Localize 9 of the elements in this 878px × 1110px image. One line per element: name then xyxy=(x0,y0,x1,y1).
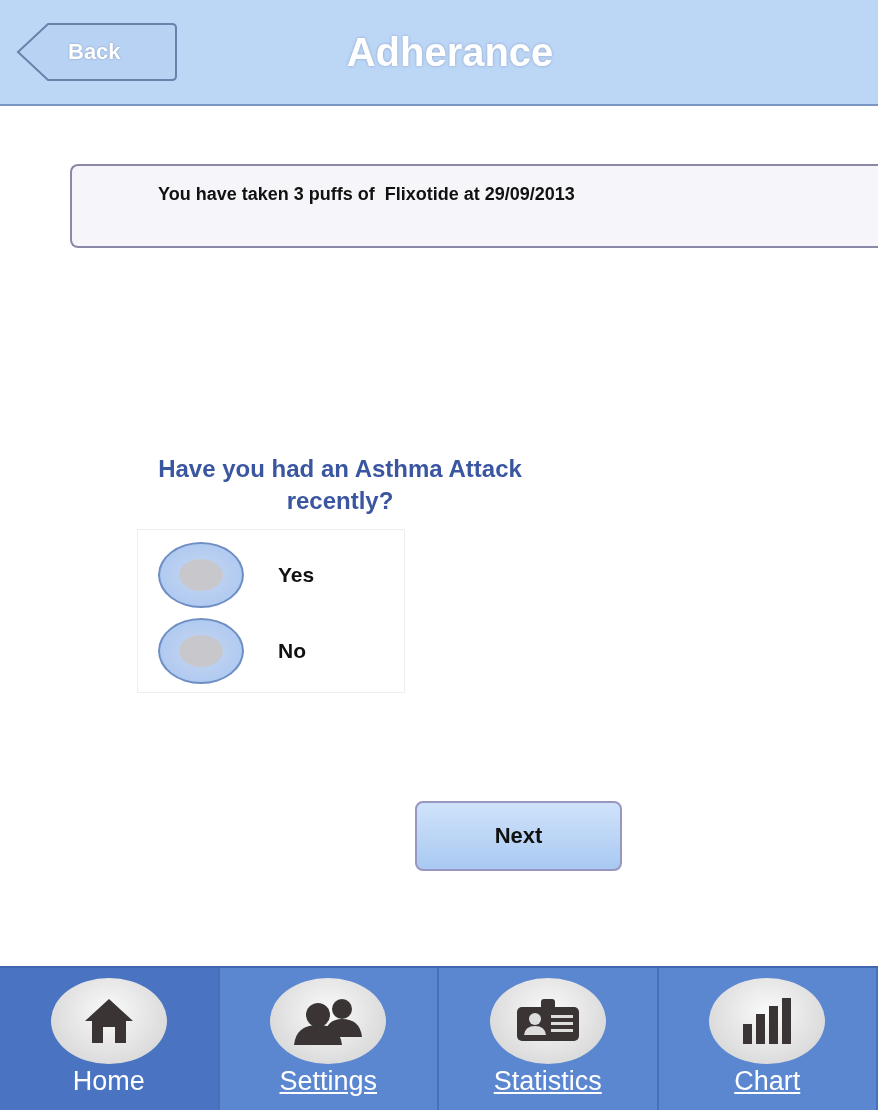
radio-option[interactable]: Yes xyxy=(158,542,404,608)
message-box: You have taken 3 puffs of Flixotide at 29/09/2013 xyxy=(70,164,878,248)
question-text: Have you had an Asthma Attack recently? xyxy=(157,454,523,516)
next-button[interactable]: Next xyxy=(415,801,622,871)
nav-tab[interactable]: Home xyxy=(0,968,220,1110)
id-card-icon xyxy=(514,999,581,1043)
bar-chart-icon xyxy=(741,998,794,1044)
screen-title: Adherance xyxy=(346,29,554,75)
radio-option[interactable]: No xyxy=(158,618,404,684)
